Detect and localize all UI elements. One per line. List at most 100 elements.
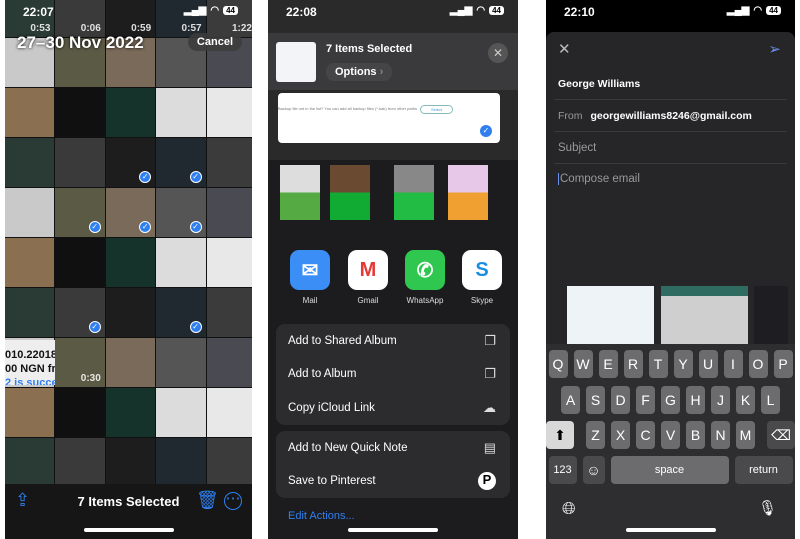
key-n[interactable]: N [711,421,730,449]
photo-thumbnail[interactable] [206,188,252,237]
photo-thumbnail[interactable] [206,438,252,487]
key-h[interactable]: H [686,386,705,414]
photo-thumbnail[interactable] [206,88,252,137]
airdrop-contact[interactable] [280,165,320,220]
screenshot-thumbnail[interactable] [661,286,748,344]
photo-thumbnail[interactable]: ✓ [55,188,105,237]
photo-thumbnail[interactable] [5,238,55,287]
return-key[interactable]: return [734,456,793,484]
airdrop-contact[interactable] [394,165,434,220]
action-quick-note[interactable]: Add to New Quick Note ▤ [276,431,510,465]
key-c[interactable]: C [636,421,655,449]
shift-key[interactable]: ⬆ [546,421,574,449]
photo-thumbnail[interactable] [5,388,55,437]
key-t[interactable]: T [648,350,668,378]
key-i[interactable]: I [723,350,743,378]
key-v[interactable]: V [661,421,680,449]
action-save-pinterest[interactable]: Save to Pinterest P [276,465,510,499]
key-a[interactable]: A [561,386,580,414]
key-e[interactable]: E [598,350,618,378]
photo-thumbnail[interactable] [156,438,206,487]
from-field[interactable]: From georgewilliams8246@gmail.com [554,100,787,132]
app-gmail[interactable]: M Gmail [346,250,390,305]
photo-thumbnail[interactable] [55,238,105,287]
photo-thumbnail[interactable] [206,238,252,287]
key-r[interactable]: R [623,350,643,378]
photo-thumbnail[interactable] [105,438,156,487]
key-g[interactable]: G [661,386,680,414]
photo-thumbnail[interactable] [55,138,105,187]
key-z[interactable]: Z [586,421,605,449]
microphone-icon[interactable]: 🎙︎ [758,499,777,517]
cancel-button[interactable]: Cancel [187,33,242,51]
trash-icon[interactable]: 🗑 [196,490,219,511]
key-o[interactable]: O [748,350,768,378]
key-b[interactable]: B [686,421,705,449]
photo-thumbnail[interactable]: ✓ [156,288,206,337]
screenshot-thumbnail[interactable] [754,286,788,344]
action-add-album[interactable]: Add to Album ❐ [276,358,510,392]
photo-thumbnail[interactable] [105,388,156,437]
photo-thumbnail[interactable] [5,438,55,487]
key-f[interactable]: F [636,386,655,414]
photo-thumbnail[interactable] [105,238,156,287]
key-j[interactable]: J [711,386,730,414]
app-skype[interactable]: S Skype [460,250,504,305]
key-u[interactable]: U [698,350,718,378]
space-key[interactable]: space [610,456,729,484]
photo-thumbnail[interactable] [5,138,55,187]
body-input[interactable]: Compose email [554,163,787,195]
photo-thumbnail[interactable]: 0:30 [55,338,105,387]
photo-thumbnail[interactable] [206,388,252,437]
photo-thumbnail[interactable] [5,88,55,137]
more-icon[interactable]: ⋯ [224,491,242,510]
photo-thumbnail[interactable]: ✓ [105,138,156,187]
action-add-shared-album[interactable]: Add to Shared Album ❐ [276,324,510,358]
key-m[interactable]: M [736,421,755,449]
to-field[interactable]: George Williams [554,68,787,100]
key-y[interactable]: Y [673,350,693,378]
backspace-key[interactable]: ⌫ [767,421,795,449]
send-icon[interactable]: ➢ [768,40,781,58]
app-whatsapp[interactable]: ✆ WhatsApp [403,250,447,305]
photo-thumbnail[interactable] [206,338,252,387]
globe-icon[interactable]: 🌐︎ [562,499,576,519]
app-mail[interactable]: ✉ Mail [288,250,332,305]
close-icon[interactable]: ✕ [488,43,508,63]
key-s[interactable]: S [586,386,605,414]
photo-thumbnail[interactable] [55,438,105,487]
airdrop-contact[interactable] [330,165,370,220]
photo-thumbnail[interactable] [156,88,206,137]
photo-thumbnail[interactable]: ✓ [156,188,206,237]
photo-thumbnail[interactable] [55,388,105,437]
screenshot-thumbnail[interactable] [567,286,654,344]
photo-thumbnail[interactable]: ✓ [156,138,206,187]
photo-thumbnail[interactable] [206,288,252,337]
emoji-key[interactable]: ☺ [582,456,605,484]
close-icon[interactable]: ✕ [558,40,571,58]
options-button[interactable]: Options › [326,63,393,81]
key-x[interactable]: X [611,421,630,449]
photo-thumbnail[interactable] [156,238,206,287]
key-k[interactable]: K [736,386,755,414]
airdrop-contact[interactable] [448,165,488,220]
photo-thumbnail[interactable] [105,338,156,387]
key-q[interactable]: Q [548,350,568,378]
photo-thumbnail[interactable] [156,388,206,437]
key-d[interactable]: D [611,386,630,414]
subject-input[interactable]: Subject [554,132,787,164]
photo-thumbnail[interactable]: ✓ [105,188,156,237]
photo-thumbnail[interactable] [5,288,55,337]
key-w[interactable]: W [573,350,593,378]
photo-thumbnail[interactable] [5,188,55,237]
action-copy-icloud-link[interactable]: Copy iCloud Link ☁ [276,391,510,425]
photo-thumbnail[interactable] [105,88,156,137]
photo-thumbnail[interactable]: ✓ [55,288,105,337]
photo-thumbnail[interactable] [206,138,252,187]
numbers-key[interactable]: 123 [548,456,577,484]
key-p[interactable]: P [773,350,793,378]
photo-thumbnail[interactable] [55,88,105,137]
edit-actions-link[interactable]: Edit Actions... [288,510,355,522]
key-l[interactable]: L [761,386,780,414]
photo-thumbnail[interactable] [105,288,156,337]
